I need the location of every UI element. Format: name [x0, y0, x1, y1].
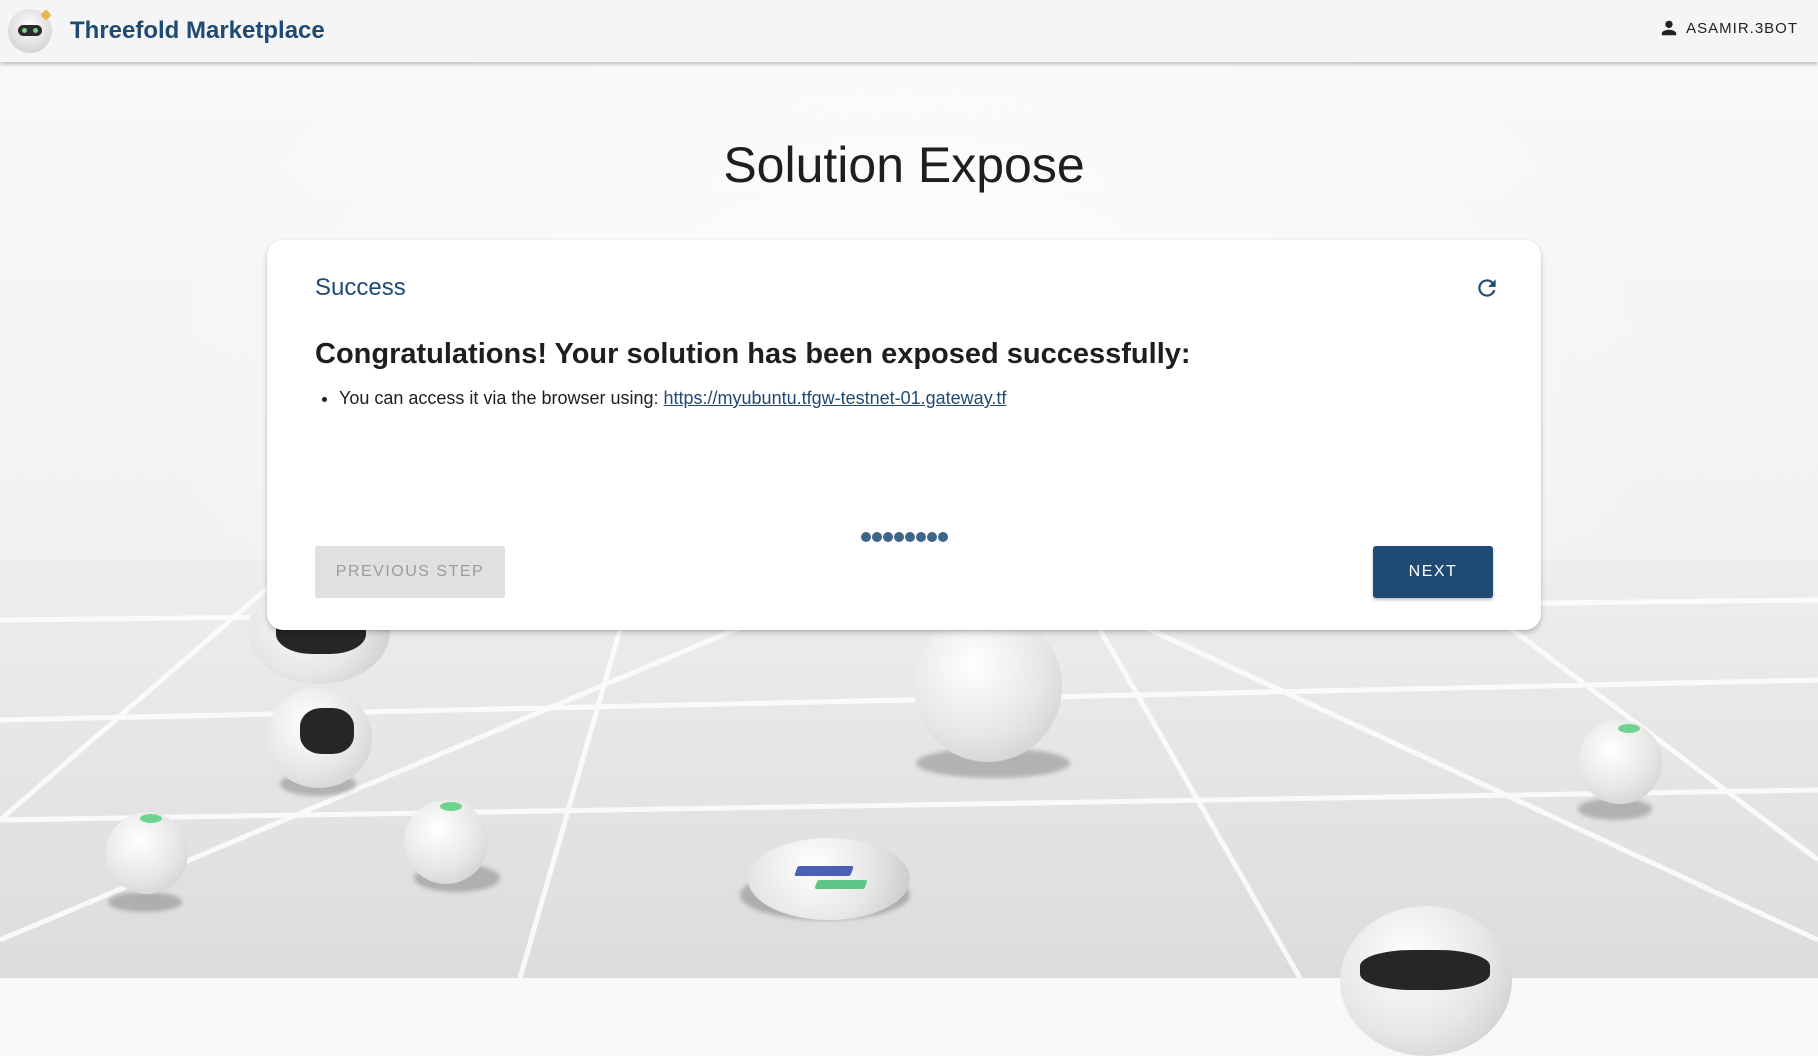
- person-icon: [1661, 20, 1677, 36]
- step-card: Success Congratulations! Your solution h…: [267, 240, 1541, 630]
- robot-figure: [914, 612, 1062, 762]
- app-title[interactable]: Threefold Marketplace: [70, 17, 325, 45]
- list-item: You can access it via the browser using:…: [339, 388, 1006, 409]
- step-progress-dots: [861, 532, 948, 542]
- disc-stripe-green: [814, 880, 868, 889]
- step-dot: [916, 532, 926, 542]
- robot-disc: [748, 838, 910, 920]
- step-dot: [883, 532, 893, 542]
- step-title: Success: [315, 274, 406, 301]
- step-dot: [927, 532, 937, 542]
- 3bot-logo-icon[interactable]: [8, 9, 52, 53]
- solution-url-link[interactable]: https://myubuntu.tfgw-testnet-01.gateway…: [664, 388, 1007, 408]
- user-name: ASAMIR.3BOT: [1686, 19, 1798, 37]
- step-dot: [894, 532, 904, 542]
- robot-figure: [106, 812, 188, 894]
- step-dot: [938, 532, 948, 542]
- step-dot: [905, 532, 915, 542]
- step-dot: [872, 532, 882, 542]
- previous-step-button[interactable]: PREVIOUS STEP: [315, 546, 505, 598]
- success-heading: Congratulations! Your solution has been …: [315, 338, 1191, 370]
- refresh-icon: [1478, 279, 1496, 297]
- disc-stripe-blue: [794, 866, 854, 876]
- access-text: You can access it via the browser using:: [339, 388, 664, 408]
- app-bar: Threefold Marketplace ASAMIR.3BOT: [0, 0, 1818, 62]
- page-title: Solution Expose: [723, 137, 1085, 193]
- step-dot: [861, 532, 871, 542]
- next-button[interactable]: NEXT: [1373, 546, 1493, 598]
- robot-figure: [1578, 720, 1662, 804]
- refresh-button[interactable]: [1473, 274, 1501, 302]
- robot-figure: [404, 800, 488, 884]
- access-info-list: You can access it via the browser using:…: [315, 388, 1006, 409]
- user-menu[interactable]: ASAMIR.3BOT: [1660, 19, 1798, 37]
